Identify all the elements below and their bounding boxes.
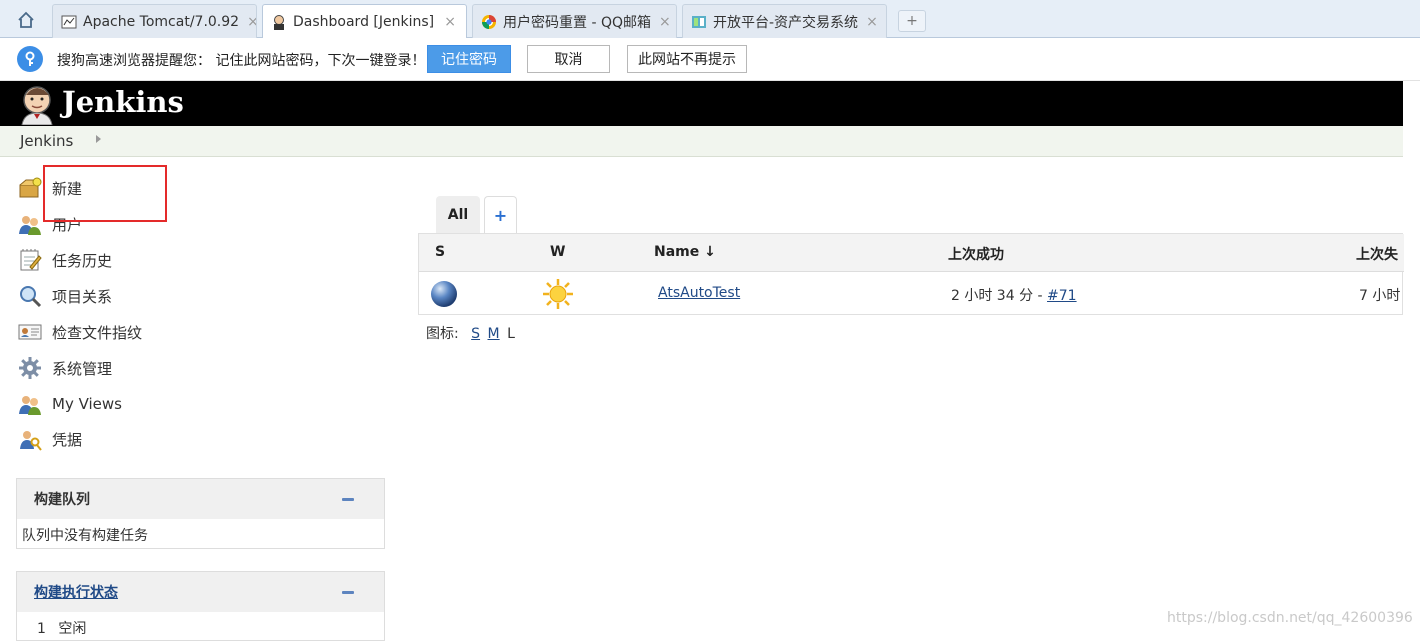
sidebar-item-my-views[interactable]: My Views [18, 390, 122, 418]
sidebar-item-credentials[interactable]: 凭据 [18, 425, 82, 453]
icon-size-legend: 图标: S M L [426, 323, 515, 343]
sunny-icon [541, 277, 575, 315]
icon-size-small[interactable]: S [471, 326, 480, 342]
project-link-atsautotest[interactable]: AtsAutoTest [658, 285, 740, 301]
password-save-bar: 搜狗高速浏览器提醒您： 记住此网站密码，下次一键登录！ 记住密码 取消 此网站不… [0, 38, 1420, 81]
watermark: https://blog.csdn.net/qq_42600396 [1167, 610, 1413, 626]
browser-tab-asset[interactable]: 开放平台-资产交易系统 × [682, 4, 887, 38]
browser-tab-tomcat[interactable]: Apache Tomcat/7.0.92 × [52, 4, 257, 38]
column-header-last-success[interactable]: 上次成功 [948, 244, 1004, 264]
never-remind-button[interactable]: 此网站不再提示 [627, 45, 747, 73]
table-header-row: S W Name ↓ 上次成功 上次失 [419, 234, 1404, 272]
build-queue-title: 构建队列 [34, 492, 90, 508]
gear-icon [18, 356, 42, 380]
close-icon[interactable]: × [239, 14, 256, 30]
build-queue-pane: 构建队列 队列中没有构建任务 [16, 478, 385, 549]
build-queue-header: 构建队列 [17, 479, 384, 519]
sidebar-item-label: 凭据 [52, 430, 83, 449]
fingerprint-icon [18, 320, 42, 344]
projects-table: S W Name ↓ 上次成功 上次失 AtsAutoTest 2 小时 34 … [418, 233, 1404, 315]
build-link-71[interactable]: #71 [1047, 288, 1077, 304]
jenkins-header: Jenkins [0, 81, 1403, 126]
tab-title: Apache Tomcat/7.0.92 [83, 13, 240, 30]
sidebar-item-build-history[interactable]: 任务历史 [18, 246, 112, 274]
icon-size-label: 图标: [426, 326, 459, 342]
new-item-icon [18, 176, 42, 200]
tomcat-icon [61, 14, 77, 30]
column-header-weather[interactable]: W [550, 244, 565, 260]
browser-tab-jenkins[interactable]: Dashboard [Jenkins] × [262, 4, 467, 39]
add-view-button[interactable]: + [484, 196, 517, 234]
close-icon[interactable]: × [436, 14, 456, 30]
executor-status-pane: 构建执行状态 1 空闲 [16, 571, 385, 641]
sidebar-item-project-relations[interactable]: 项目关系 [18, 282, 112, 310]
column-header-last-failure[interactable]: 上次失 [1356, 244, 1398, 264]
close-icon[interactable]: × [651, 14, 671, 30]
breadcrumb-arrow-icon[interactable] [96, 135, 101, 143]
cancel-button[interactable]: 取消 [527, 45, 610, 73]
column-header-name[interactable]: Name ↓ [654, 244, 716, 260]
sidebar-item-label: 任务历史 [52, 251, 113, 270]
executor-status-header: 构建执行状态 [17, 572, 384, 612]
qqmail-icon [481, 14, 497, 30]
jenkins-logo-text[interactable]: Jenkins [62, 85, 184, 119]
tab-title: 用户密码重置 - QQ邮箱 [503, 14, 651, 31]
breadcrumb-item-jenkins[interactable]: Jenkins [20, 132, 73, 150]
asset-icon [691, 14, 707, 30]
column-header-status[interactable]: S [435, 244, 445, 260]
icon-size-large: L [507, 326, 515, 342]
sidebar-item-label: 系统管理 [52, 359, 113, 378]
jenkins-icon [271, 14, 287, 30]
highlight-box [43, 165, 167, 222]
users-icon [18, 212, 42, 236]
executor-row: 1 空闲 [17, 612, 384, 644]
tab-title: 开放平台-资产交易系统 [713, 14, 859, 31]
sidebar-item-label: My Views [52, 395, 122, 413]
close-icon[interactable]: × [858, 14, 878, 30]
browser-tab-bar: Apache Tomcat/7.0.92 × Dashboard [Jenkin… [0, 0, 1420, 39]
password-prompt-text: 搜狗高速浏览器提醒您： 记住此网站密码，下次一键登录！ [57, 53, 426, 69]
executor-state: 空闲 [58, 621, 87, 637]
users-icon [18, 392, 42, 416]
remember-password-button[interactable]: 记住密码 [427, 45, 511, 73]
search-icon [18, 284, 42, 308]
executor-status-title[interactable]: 构建执行状态 [34, 582, 118, 602]
sidebar-item-label: 项目关系 [52, 287, 113, 306]
icon-size-medium[interactable]: M [488, 326, 500, 342]
tab-all[interactable]: All [436, 196, 480, 234]
executor-number: 1 [37, 621, 46, 637]
last-success-text: 2 小时 34 分 - [951, 288, 1048, 304]
sidebar-item-system-manage[interactable]: 系统管理 [18, 354, 112, 382]
notepad-icon [18, 248, 42, 272]
sidebar-item-label: 检查文件指纹 [52, 323, 143, 342]
last-success-cell: 2 小时 34 分 - #71 [951, 285, 1077, 305]
collapse-icon[interactable] [342, 498, 354, 501]
new-tab-button[interactable]: + [898, 10, 926, 32]
blue-ball-icon [429, 279, 459, 313]
credentials-icon [18, 427, 42, 451]
sidebar-item-fingerprint[interactable]: 检查文件指纹 [18, 318, 142, 346]
last-failure-cell: 7 小时 [1359, 288, 1401, 304]
browser-tab-qqmail[interactable]: 用户密码重置 - QQ邮箱 × [472, 4, 677, 38]
home-icon[interactable] [12, 8, 40, 32]
build-queue-empty-text: 队列中没有构建任务 [22, 528, 148, 544]
tab-title: Dashboard [Jenkins] [293, 14, 435, 30]
breadcrumb: Jenkins [0, 126, 1403, 157]
collapse-icon[interactable] [342, 591, 354, 594]
key-icon [17, 46, 43, 72]
jenkins-butler-icon[interactable] [18, 83, 58, 126]
